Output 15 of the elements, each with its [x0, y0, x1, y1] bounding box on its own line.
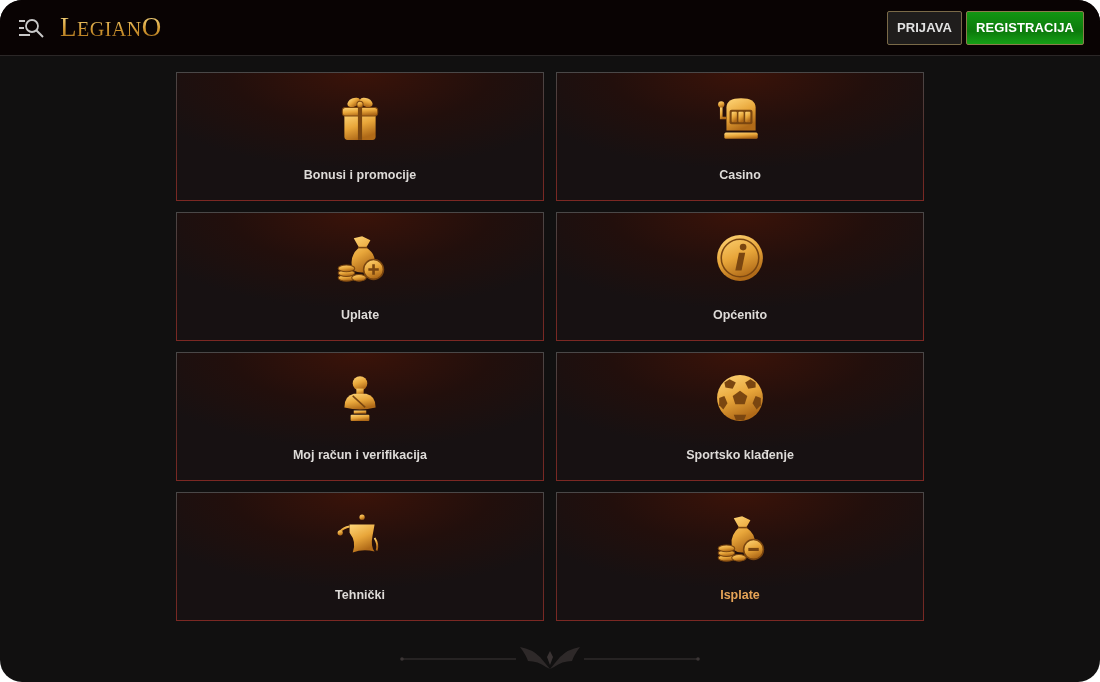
money-bag-minus-icon [715, 513, 765, 563]
soccer-ball-icon [715, 373, 765, 423]
login-button[interactable]: PRIJAVA [886, 10, 962, 45]
category-card[interactable]: Moj račun i verifikacija [176, 352, 544, 481]
category-card[interactable]: Tehnički [176, 492, 544, 621]
category-card[interactable]: Casino [556, 72, 924, 201]
category-card[interactable]: Općenito [556, 212, 924, 341]
category-card[interactable]: Isplate [556, 492, 924, 621]
category-card[interactable]: Uplate [176, 212, 544, 341]
money-bag-plus-icon [335, 233, 385, 283]
search-menu-icon[interactable] [18, 17, 44, 38]
register-button[interactable]: REGISTRACIJA [966, 10, 1084, 45]
category-card[interactable]: Bonusi i promocije [176, 72, 544, 201]
category-card[interactable]: Sportsko klađenje [556, 352, 924, 481]
info-coin-icon [715, 233, 765, 283]
